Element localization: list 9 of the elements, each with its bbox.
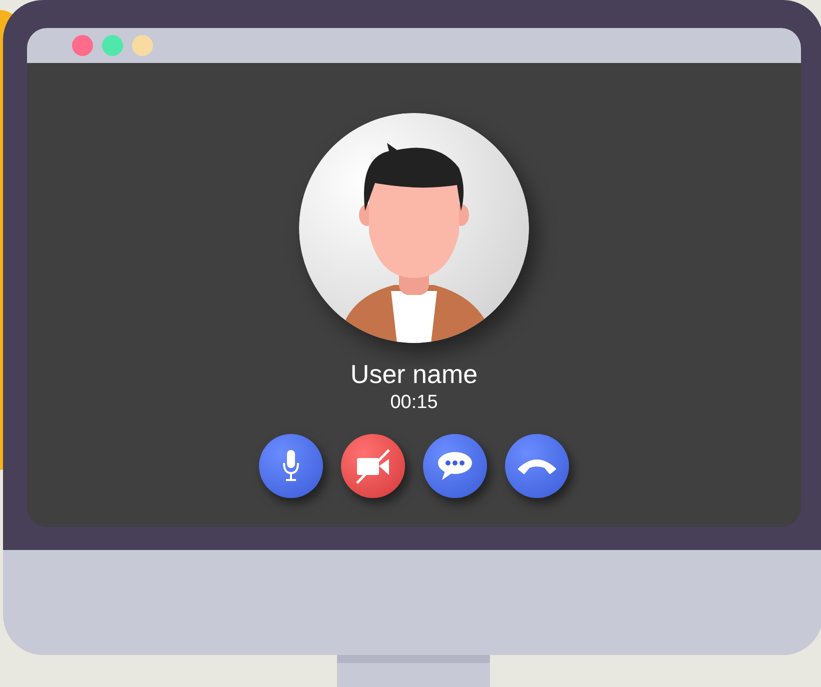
video-camera-off-icon — [354, 448, 392, 484]
window-control-dot[interactable] — [72, 35, 93, 56]
caller-name: User name — [350, 359, 478, 390]
window-control-dot[interactable] — [102, 35, 123, 56]
call-duration: 00:15 — [390, 392, 438, 414]
phone-hangup-icon — [517, 458, 557, 474]
microphone-icon — [282, 450, 300, 482]
window-control-dot[interactable] — [132, 35, 153, 56]
chat-bubble-icon — [437, 451, 473, 481]
